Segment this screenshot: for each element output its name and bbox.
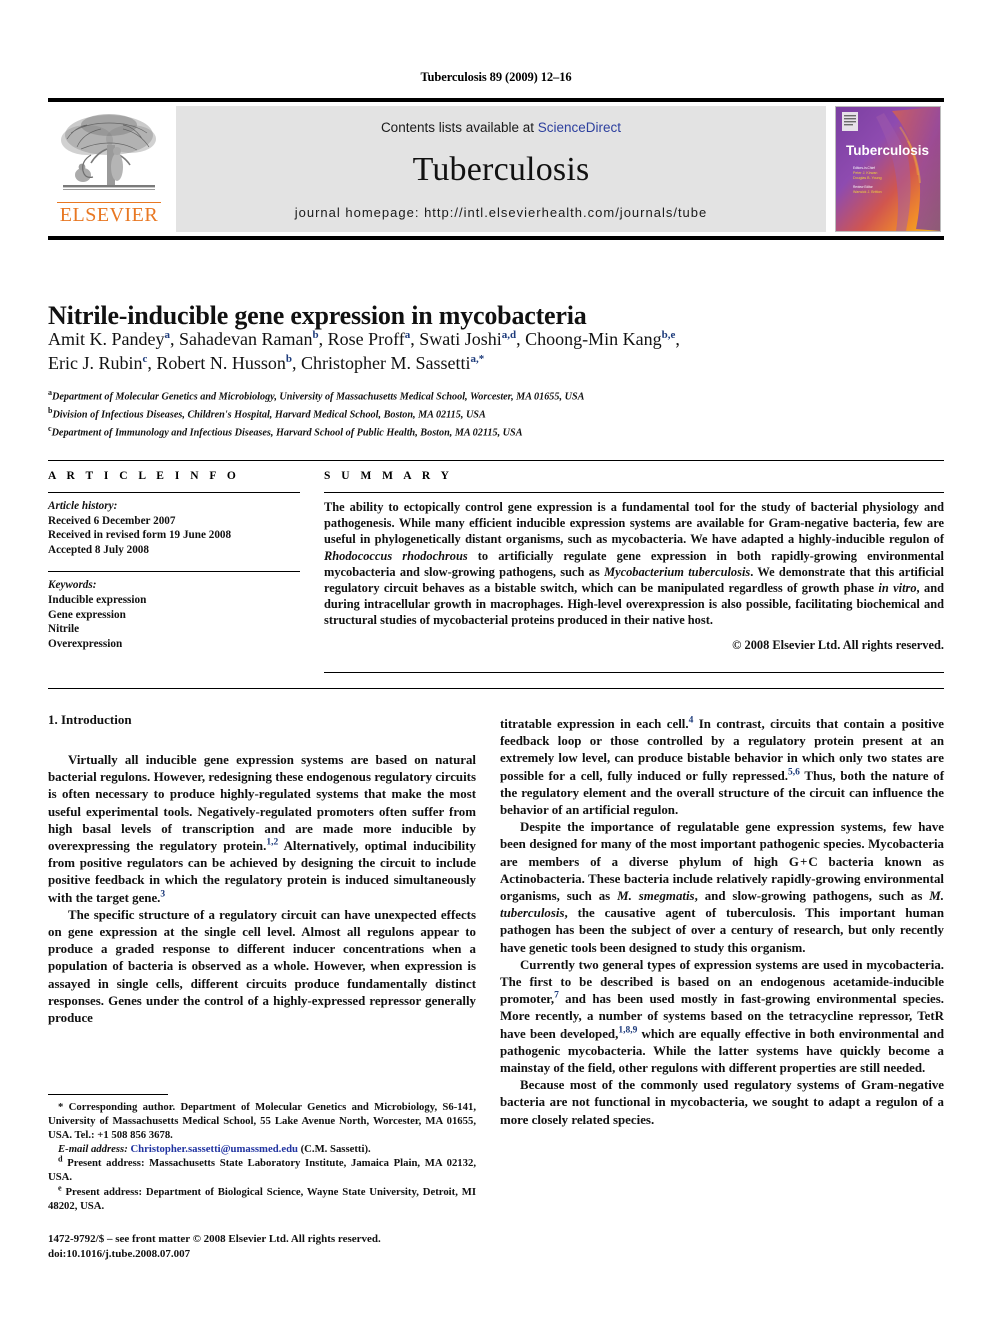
article-info-rule — [48, 492, 300, 493]
journal-article-page: Tuberculosis 89 (2009) 12–16 ELSEVIER Co… — [0, 0, 992, 1323]
imprint-doi: doi:10.1016/j.tube.2008.07.007 — [48, 1247, 191, 1260]
author-list: Amit K. Pandeya, Sahadevan Ramanb, Rose … — [48, 329, 680, 373]
summary-heading: S U M M A R Y — [324, 470, 453, 482]
footnote-block: * Corresponding author. Department of Mo… — [48, 1100, 476, 1213]
paragraph: Virtually all inducible gene expression … — [48, 753, 476, 905]
email-link[interactable]: Christopher.sassetti@umassmed.edu — [130, 1143, 298, 1155]
paragraph: The specific structure of a regulatory c… — [48, 907, 476, 1026]
affiliation-text: Division of Infectious Diseases, Childre… — [52, 409, 486, 421]
author-affil-mark: b — [312, 329, 319, 341]
svg-text:Editors-in-Chief: Editors-in-Chief — [853, 166, 875, 170]
summary-body: The ability to ectopically control gene … — [324, 500, 944, 628]
keywords-block: Keywords: Inducible expression Gene expr… — [48, 578, 300, 651]
footnote-mark-d: d — [58, 1154, 63, 1164]
elsevier-wordmark: ELSEVIER — [57, 202, 161, 225]
journal-cover-thumbnail-icon: Tuberculosis Editors-in-Chief Peter J. K… — [835, 106, 941, 232]
author-affil-mark: a — [404, 329, 411, 341]
keyword-item: Inducible expression — [48, 593, 147, 606]
elsevier-tree-icon — [57, 109, 161, 201]
author-affil-mark: a — [164, 329, 171, 341]
keyword-item: Overexpression — [48, 637, 123, 650]
author-affil-mark: b,e — [661, 329, 676, 341]
body-column-left: Virtually all inducible gene expression … — [48, 752, 476, 1027]
elsevier-logo-block: ELSEVIER — [48, 106, 170, 232]
imprint-line-1: 1472-9792/$ – see front matter © 2008 El… — [48, 1233, 381, 1245]
summary-column: The ability to ectopically control gene … — [324, 492, 944, 653]
svg-text:Tuberculosis: Tuberculosis — [846, 143, 929, 158]
affiliation-item: bDivision of Infectious Diseases, Childr… — [48, 404, 948, 422]
summary-bottom-rule — [324, 672, 944, 673]
keyword-item: Gene expression — [48, 608, 126, 621]
footnote-present-address-d: d Present address: Massachusetts State L… — [48, 1154, 476, 1184]
email-label: E-mail address: — [58, 1143, 128, 1156]
contents-lists-prefix: Contents lists available at — [380, 120, 538, 135]
info-section-top-rule — [48, 460, 944, 461]
article-history-block: Article history: Received 6 December 200… — [48, 499, 300, 557]
article-history-item: Accepted 8 July 2008 — [48, 543, 149, 556]
paragraph: titratable expression in each cell.4 In … — [500, 715, 944, 818]
svg-text:Warwick J. Britton: Warwick J. Britton — [853, 190, 882, 194]
author-affil-mark: a,d — [501, 329, 517, 341]
author-affil-mark: b — [285, 353, 293, 365]
author-affil-mark: a,* — [470, 353, 485, 365]
footnote-text-d: Present address: Massachusetts State Lab… — [48, 1157, 476, 1184]
sciencedirect-link[interactable]: ScienceDirect — [538, 120, 621, 135]
article-history-item: Received 6 December 2007 — [48, 514, 176, 527]
paragraph: Because most of the commonly used regula… — [500, 1078, 944, 1127]
journal-homepage-line: journal homepage: http://intl.elsevierhe… — [295, 205, 708, 220]
homepage-url[interactable]: http://intl.elsevierhealth.com/journals/… — [424, 205, 707, 220]
journal-band: Contents lists available at ScienceDirec… — [176, 106, 826, 232]
contents-lists-line: Contents lists available at ScienceDirec… — [381, 120, 621, 135]
affiliation-item: aDepartment of Molecular Genetics and Mi… — [48, 386, 948, 404]
imprint-block: 1472-9792/$ – see front matter © 2008 El… — [48, 1232, 488, 1261]
journal-masthead: ELSEVIER Contents lists available at Sci… — [48, 98, 944, 240]
keywords-rule — [48, 571, 300, 573]
footnote-email: E-mail address: Christopher.sassetti@uma… — [48, 1142, 476, 1156]
affiliation-list: aDepartment of Molecular Genetics and Mi… — [48, 386, 948, 440]
footnote-separator-rule — [48, 1094, 168, 1095]
summary-rule — [324, 492, 944, 493]
affiliation-item: cDepartment of Immunology and Infectious… — [48, 422, 948, 440]
article-history-item: Received in revised form 19 June 2008 — [48, 529, 232, 542]
affiliation-text: Department of Immunology and Infectious … — [51, 427, 523, 439]
affiliation-text: Department of Molecular Genetics and Mic… — [52, 391, 585, 403]
footnote-mark-e: e — [58, 1183, 62, 1192]
summary-copyright: © 2008 Elsevier Ltd. All rights reserved… — [732, 637, 944, 652]
keyword-item: Nitrile — [48, 623, 80, 636]
svg-text:Review Editor: Review Editor — [853, 185, 874, 189]
author-affil-mark: c — [142, 353, 148, 365]
svg-text:Peter J. Kirwan: Peter J. Kirwan — [853, 171, 877, 175]
paragraph: Currently two general types of expressio… — [500, 957, 944, 1076]
article-history-label: Article history: — [48, 500, 118, 512]
footnote-text-e: Present address: Department of Biologica… — [48, 1185, 476, 1212]
paragraph: Despite the importance of regulatable ge… — [500, 820, 944, 955]
article-info-column: Article history: Received 6 December 200… — [48, 492, 300, 651]
body-column-right: titratable expression in each cell.4 In … — [500, 716, 944, 1129]
article-info-heading: A R T I C L E I N F O — [48, 470, 240, 482]
journal-cover-block: Tuberculosis Editors-in-Chief Peter J. K… — [832, 106, 944, 232]
footnote-corresponding-author: * Corresponding author. Department of Mo… — [48, 1101, 476, 1142]
svg-text:Douglas B. Young: Douglas B. Young — [853, 176, 882, 180]
running-head: Tuberculosis 89 (2009) 12–16 — [420, 70, 572, 84]
journal-title: Tuberculosis — [412, 151, 590, 188]
homepage-label: journal homepage: — [294, 205, 425, 220]
abstract-block-bottom-rule — [48, 688, 944, 689]
section-heading-introduction: 1. Introduction — [48, 712, 132, 727]
footnote-present-address-e: e Present address: Department of Biologi… — [48, 1183, 476, 1213]
keywords-label: Keywords: — [48, 579, 97, 592]
email-owner: (C.M. Sassetti). — [300, 1143, 371, 1156]
